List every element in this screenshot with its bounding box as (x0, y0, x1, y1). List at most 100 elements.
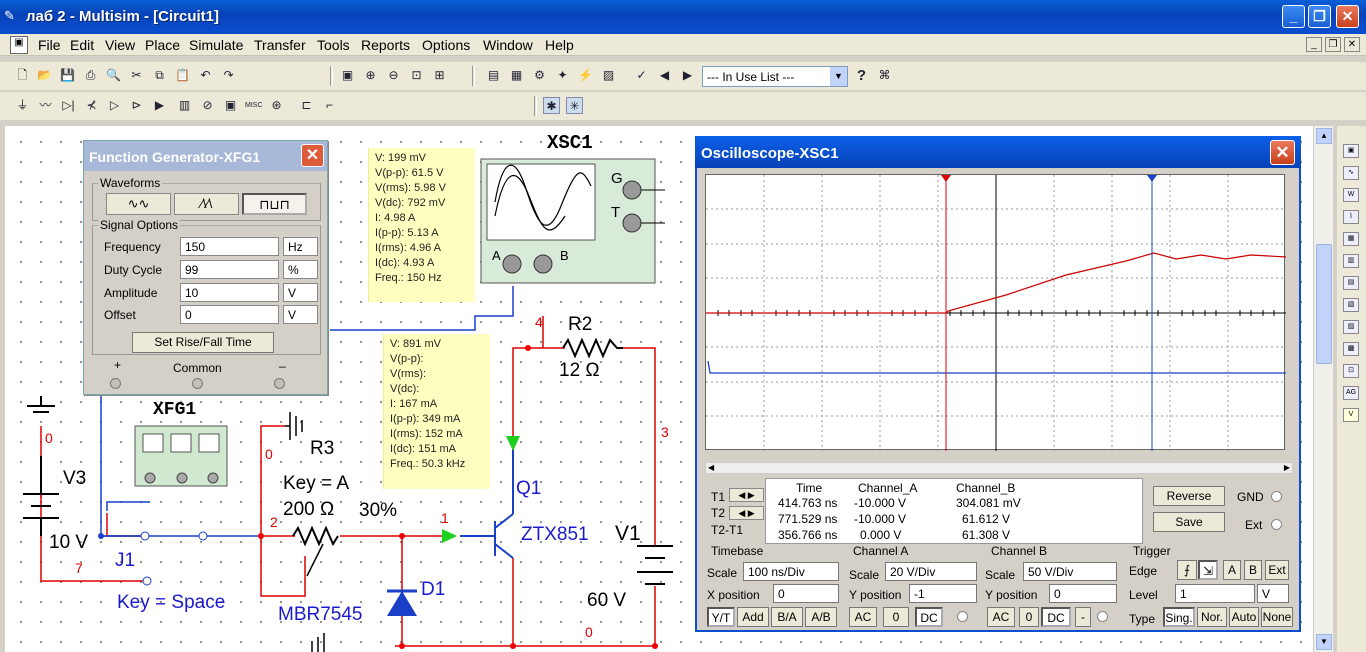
cmos-icon[interactable]: ▶ (151, 97, 168, 114)
duty-cycle-unit[interactable]: % (283, 260, 318, 279)
menu-help[interactable]: Help (545, 37, 574, 53)
menu-window[interactable]: Window (483, 37, 533, 53)
mdi-restore-button[interactable]: ❐ (1325, 37, 1341, 52)
save-icon[interactable]: 💾 (59, 67, 76, 84)
frequency-field[interactable]: 150 (180, 237, 279, 256)
back-annotate-icon[interactable]: ◀ (656, 67, 673, 84)
none-trigger-button[interactable]: None (1261, 607, 1293, 627)
zoom-area-icon[interactable]: ⊡ (408, 67, 425, 84)
function-generator-icon[interactable]: ∿ (1343, 166, 1359, 180)
minimize-button[interactable]: _ (1282, 5, 1305, 28)
probe-icon[interactable]: ✱ (543, 97, 560, 114)
logic-converter-icon[interactable]: ▩ (1343, 342, 1359, 356)
trigger-level-field[interactable]: 1 (1175, 584, 1255, 603)
channel-b-ac-button[interactable]: AC (987, 607, 1015, 627)
trigger-source-ext-button[interactable]: Ext (1265, 560, 1289, 580)
gnd-terminal[interactable] (1271, 491, 1282, 502)
common-terminal[interactable] (192, 378, 203, 389)
scroll-up-icon[interactable]: ▲ (1316, 128, 1332, 144)
function-generator-title[interactable]: Function Generator-XFG1 (84, 141, 327, 171)
set-rise-fall-time-button[interactable]: Set Rise/Fall Time (132, 332, 274, 353)
probe-settings-icon[interactable]: ✳ (566, 97, 583, 114)
full-screen-icon[interactable]: ▣ (339, 67, 356, 84)
zoom-fit-icon[interactable]: ⊞ (431, 67, 448, 84)
ba-mode-button[interactable]: B/A (771, 607, 803, 627)
bode-plotter-icon[interactable]: ▥ (1343, 254, 1359, 268)
channel-b-terminal[interactable] (1097, 611, 1108, 622)
undo-icon[interactable]: ↶ (197, 67, 214, 84)
channel-b-ypos-field[interactable]: 0 (1049, 584, 1117, 603)
falling-edge-button[interactable]: ⇲ (1198, 560, 1218, 580)
hierarchical-icon[interactable]: ⊏ (298, 97, 315, 114)
agilent-icon[interactable]: AG (1343, 386, 1359, 400)
amplitude-unit[interactable]: V (283, 283, 318, 302)
workspace-scrollbar[interactable]: ▲ ▼ (1313, 126, 1333, 652)
ttl-icon[interactable]: ⊳ (128, 97, 145, 114)
rising-edge-button[interactable]: ⨍ (1177, 560, 1197, 580)
plus-terminal[interactable] (110, 378, 121, 389)
measurement-probe-2[interactable]: V: 891 mV V(p-p): V(rms): V(dc): I: 167 … (383, 334, 490, 489)
mdi-minimize-button[interactable]: _ (1306, 37, 1322, 52)
multimeter-icon[interactable]: ▣ (1343, 144, 1359, 158)
paste-icon[interactable]: 📋 (174, 67, 191, 84)
minus-terminal[interactable] (274, 378, 285, 389)
education-web-icon[interactable]: ⌘ (876, 67, 893, 84)
spreadsheet-icon[interactable]: ▦ (508, 67, 525, 84)
zoom-in-icon[interactable]: ⊕ (362, 67, 379, 84)
analog-icon[interactable]: ▷ (106, 97, 123, 114)
open-icon[interactable]: 📂 (36, 67, 53, 84)
multisim-app-icon[interactable]: ✎ (4, 8, 22, 24)
iv-analyzer-icon[interactable]: ⊡ (1343, 364, 1359, 378)
add-mode-button[interactable]: Add (737, 607, 769, 627)
channel-b-dc-button[interactable]: DC (1041, 607, 1071, 627)
mixed-icon[interactable]: ⊘ (199, 97, 216, 114)
menu-file[interactable]: File (38, 37, 61, 53)
save-button[interactable]: Save (1153, 512, 1225, 532)
help-icon[interactable]: ? (853, 67, 870, 84)
channel-a-zero-button[interactable]: 0 (883, 607, 909, 627)
channel-b-scale-field[interactable]: 50 V/Div (1023, 562, 1117, 581)
in-use-list-select[interactable]: --- In Use List --- ▼ (702, 66, 848, 87)
word-generator-icon[interactable]: ▧ (1343, 298, 1359, 312)
menu-place[interactable]: Place (145, 37, 180, 53)
t1-cursor-arrows[interactable]: ◀ ▶ (729, 488, 764, 502)
menu-view[interactable]: View (105, 37, 135, 53)
offset-unit[interactable]: V (283, 305, 318, 324)
transistor-icon[interactable]: ⊀ (83, 97, 100, 114)
design-toolbox-icon[interactable]: ▤ (485, 67, 502, 84)
zoom-out-icon[interactable]: ⊖ (385, 67, 402, 84)
grapher-icon[interactable]: ▨ (600, 67, 617, 84)
scroll-left-icon[interactable]: ◀ (708, 463, 714, 472)
ab-mode-button[interactable]: A/B (805, 607, 837, 627)
oscilloscope-screen[interactable] (705, 174, 1287, 451)
trigger-source-a-button[interactable]: A (1223, 560, 1241, 580)
forward-annotate-icon[interactable]: ▶ (679, 67, 696, 84)
trigger-level-unit[interactable]: V (1257, 584, 1289, 603)
source-icon[interactable]: ⏚ (14, 97, 31, 114)
print-icon[interactable]: ⎙ (82, 67, 99, 84)
frequency-counter-icon[interactable]: ▤ (1343, 276, 1359, 290)
normal-trigger-button[interactable]: Nor. (1197, 607, 1227, 627)
logic-analyzer-icon[interactable]: ▨ (1343, 320, 1359, 334)
oscilloscope-window[interactable]: Oscilloscope-XSC1 ✕ ◀ ▶ T1 T2 T2-T1 ◀ ▶ … (695, 136, 1301, 632)
mcu-icon[interactable]: ▥ (176, 97, 193, 114)
menu-tools[interactable]: Tools (317, 37, 350, 53)
channel-a-terminal[interactable] (957, 611, 968, 622)
misc-icon[interactable]: MISC (245, 97, 263, 114)
measurement-probe-1[interactable]: V: 199 mV V(p-p): 61.5 V V(rms): 5.98 V … (368, 148, 475, 302)
oscilloscope-icon[interactable]: ⌇ (1343, 210, 1359, 224)
square-wave-button[interactable]: ⊓⊔⊓ (242, 193, 307, 215)
frequency-unit[interactable]: Hz (283, 237, 318, 256)
ext-terminal[interactable] (1271, 519, 1282, 530)
document-icon[interactable]: ▣ (10, 36, 28, 54)
close-icon[interactable]: ✕ (301, 144, 324, 167)
component-wizard-icon[interactable]: ✦ (554, 67, 571, 84)
scroll-thumb[interactable] (1316, 244, 1332, 364)
redo-icon[interactable]: ↷ (220, 67, 237, 84)
indicator-icon[interactable]: ▣ (222, 97, 239, 114)
database-icon[interactable]: ⚙ (531, 67, 548, 84)
print-preview-icon[interactable]: 🔍 (105, 67, 122, 84)
diode-icon[interactable]: ▷| (60, 97, 77, 114)
channel-a-ypos-field[interactable]: -1 (909, 584, 977, 603)
channel-b-minus-button[interactable]: - (1075, 607, 1091, 627)
